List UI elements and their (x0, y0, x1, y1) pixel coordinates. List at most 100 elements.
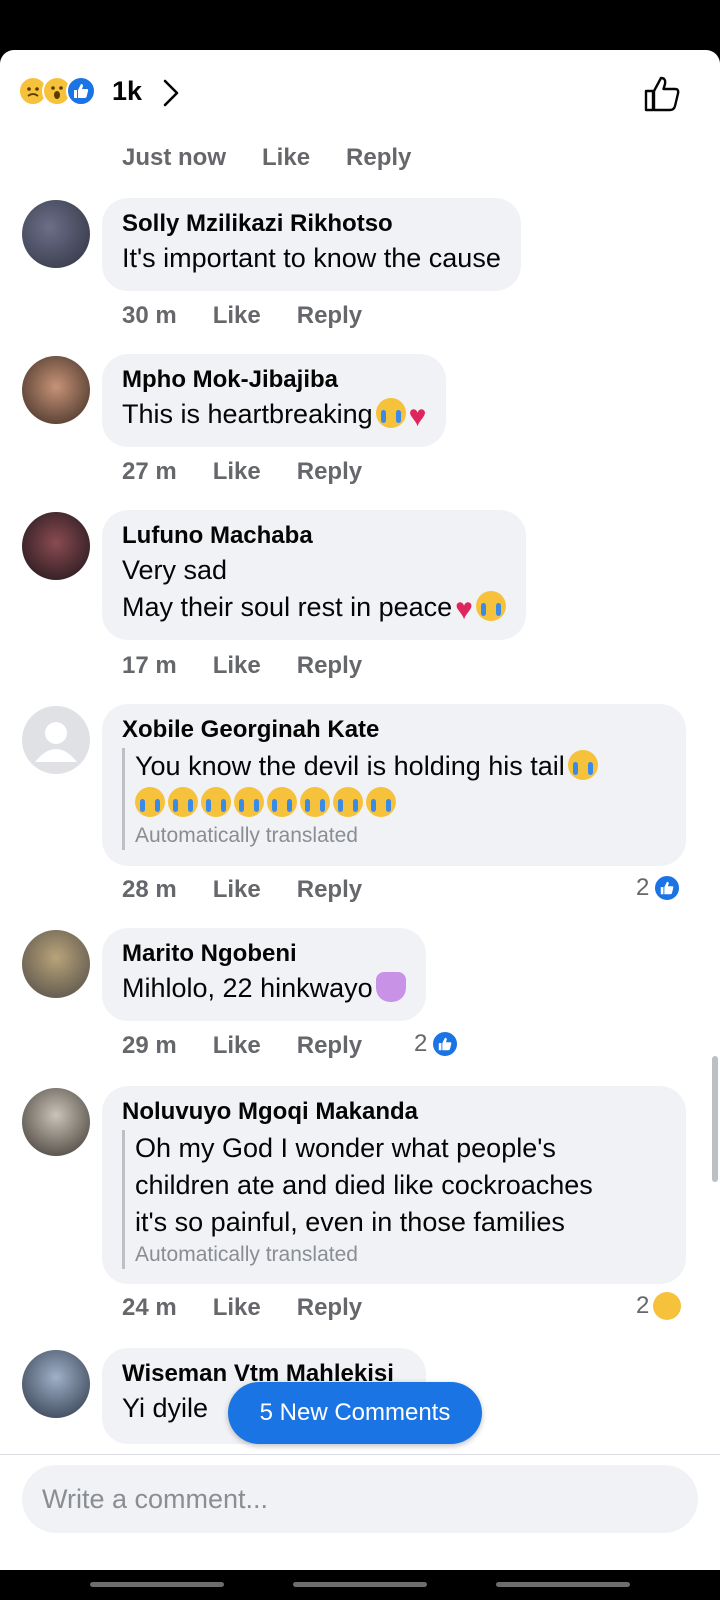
comment-composer: Write a comment... (0, 1454, 720, 1570)
comment-reactions[interactable]: 2 (636, 874, 682, 902)
broken-heart-emoji-icon: ♥ (455, 593, 473, 626)
like-reaction-icon (66, 76, 96, 106)
translated-block: You know the devil is holding his tail A… (122, 748, 666, 850)
comment-text-line: You know the devil is holding his tail (135, 751, 565, 781)
avatar[interactable] (22, 930, 90, 998)
auto-translated-label[interactable]: Automatically translated (135, 1241, 666, 1269)
comment-time: 17 m (122, 652, 177, 679)
scrollbar[interactable] (712, 1056, 718, 1182)
like-comment-button[interactable]: Like (213, 652, 261, 680)
like-comment-button[interactable]: Like (213, 876, 261, 904)
comment-author[interactable]: Marito Ngobeni (122, 938, 406, 970)
comment-bubble: Noluvuyo Mgoqi Makanda Oh my God I wonde… (102, 1086, 686, 1284)
comment-author[interactable]: Solly Mzilikazi Rikhotso (122, 208, 501, 240)
nav-home[interactable] (293, 1582, 427, 1587)
comment-reactions[interactable]: 2 (414, 1030, 460, 1058)
comment-reactions[interactable]: 2 (636, 1292, 682, 1320)
avatar[interactable] (22, 356, 90, 424)
status-bar (0, 0, 720, 50)
comment-time: 30 m (122, 302, 177, 329)
auto-translated-label[interactable]: Automatically translated (135, 822, 666, 850)
loudly-crying-emoji-icon (567, 750, 598, 780)
comment-actions: 28 m Like Reply (122, 876, 362, 904)
broken-heart-emoji-icon: ♥ (408, 400, 427, 433)
reaction-count: 2 (636, 874, 650, 901)
sad-reaction-icon (653, 1292, 682, 1320)
comment-author[interactable]: Noluvuyo Mgoqi Makanda (122, 1096, 666, 1128)
reaction-count[interactable]: 1k (112, 76, 142, 107)
reactions-header: 1k (0, 50, 720, 134)
comment-actions: 17 m Like Reply (122, 652, 362, 680)
comment-actions: 29 m Like Reply (122, 1032, 362, 1060)
comment-text-line: children ate and died like cockroaches (135, 1170, 593, 1200)
comment-bubble: Solly Mzilikazi Rikhotso It's important … (102, 198, 521, 291)
reaction-count: 2 (636, 1292, 650, 1319)
like-comment-button[interactable]: Like (213, 1294, 261, 1322)
reply-button[interactable]: Reply (297, 302, 362, 330)
comment-text-line: it's so painful, even in those families (135, 1207, 565, 1237)
reply-button[interactable]: Reply (297, 652, 362, 680)
nav-back[interactable] (90, 1582, 224, 1587)
default-avatar-icon[interactable] (22, 706, 90, 774)
comment-actions: 24 m Like Reply (122, 1294, 362, 1322)
loudly-crying-emoji-icon (300, 787, 330, 817)
reply-button[interactable]: Reply (297, 876, 362, 904)
comments-sheet: 1k Just now Like Reply Solly Mzilikazi R… (0, 50, 720, 1570)
like-comment-button[interactable]: Like (213, 302, 261, 330)
avatar[interactable] (22, 200, 90, 268)
nav-recents[interactable] (496, 1582, 630, 1587)
reactions-summary[interactable] (18, 76, 108, 106)
comment-author[interactable]: Lufuno Machaba (122, 520, 506, 552)
comment-time: Just now (122, 144, 227, 171)
comment-text-line: May their soul rest in peace (122, 592, 453, 622)
chevron-right-icon[interactable] (162, 78, 180, 113)
loudly-crying-emoji-icon (135, 787, 165, 817)
comment-actions: 27 m Like Reply (122, 458, 362, 486)
comment-input[interactable]: Write a comment... (22, 1465, 698, 1533)
comment-text: Mihlolo, 22 hinkwayo (122, 970, 406, 1007)
loudly-crying-emoji-icon (234, 787, 264, 817)
like-reaction-icon (653, 874, 682, 902)
comment-actions: 30 m Like Reply (122, 302, 362, 330)
comment-text-line: Very sad (122, 555, 228, 585)
like-comment-button[interactable]: Like (262, 144, 310, 172)
reply-button[interactable]: Reply (346, 144, 411, 172)
comment-text: This is heartbreaking ♥ (122, 396, 426, 433)
avatar[interactable] (22, 1350, 90, 1418)
comment-text: It's important to know the cause (122, 243, 501, 273)
comment-bubble: Mpho Mok-Jibajiba This is heartbreaking ♥ (102, 354, 447, 447)
loudly-crying-emoji-icon (366, 787, 396, 817)
like-comment-button[interactable]: Like (213, 1032, 261, 1060)
loudly-crying-emoji-icon (201, 787, 231, 817)
reaction-count: 2 (414, 1030, 428, 1057)
comment-time: 28 m (122, 876, 177, 903)
comment-author[interactable]: Xobile Georginah Kate (122, 714, 666, 746)
translated-block: Oh my God I wonder what people's childre… (122, 1130, 666, 1269)
comment-bubble: Xobile Georginah Kate You know the devil… (102, 704, 686, 866)
comment-author[interactable]: Mpho Mok-Jibajiba (122, 364, 426, 396)
comment-time: 24 m (122, 1294, 177, 1321)
comment-actions: Just now Like Reply (122, 144, 411, 172)
comment-time: 27 m (122, 458, 177, 485)
loudly-crying-emoji-icon (333, 787, 363, 817)
like-post-icon[interactable] (642, 74, 682, 114)
comment-bubble: Lufuno Machaba Very sad May their soul r… (102, 510, 526, 640)
avatar[interactable] (22, 1088, 90, 1156)
comment-time: 29 m (122, 1032, 177, 1059)
comment-bubble: Marito Ngobeni Mihlolo, 22 hinkwayo (102, 928, 426, 1021)
loudly-crying-emoji-icon (267, 787, 297, 817)
comment-text: You know the devil is holding his tail (135, 748, 666, 785)
like-reaction-icon (431, 1030, 460, 1058)
loudly-crying-emoji-icon (168, 787, 198, 817)
reply-button[interactable]: Reply (297, 458, 362, 486)
crying-emoji-icon (375, 398, 406, 428)
avatar[interactable] (22, 512, 90, 580)
reply-button[interactable]: Reply (297, 1032, 362, 1060)
reply-button[interactable]: Reply (297, 1294, 362, 1322)
comment-text: May their soul rest in peace ♥ (122, 589, 506, 626)
comment-text-line: This is heartbreaking (122, 399, 373, 429)
new-comments-button[interactable]: 5 New Comments (228, 1382, 482, 1444)
like-comment-button[interactable]: Like (213, 458, 261, 486)
emoji-row (135, 785, 666, 822)
comment-text-line: Oh my God I wonder what people's (135, 1133, 556, 1163)
